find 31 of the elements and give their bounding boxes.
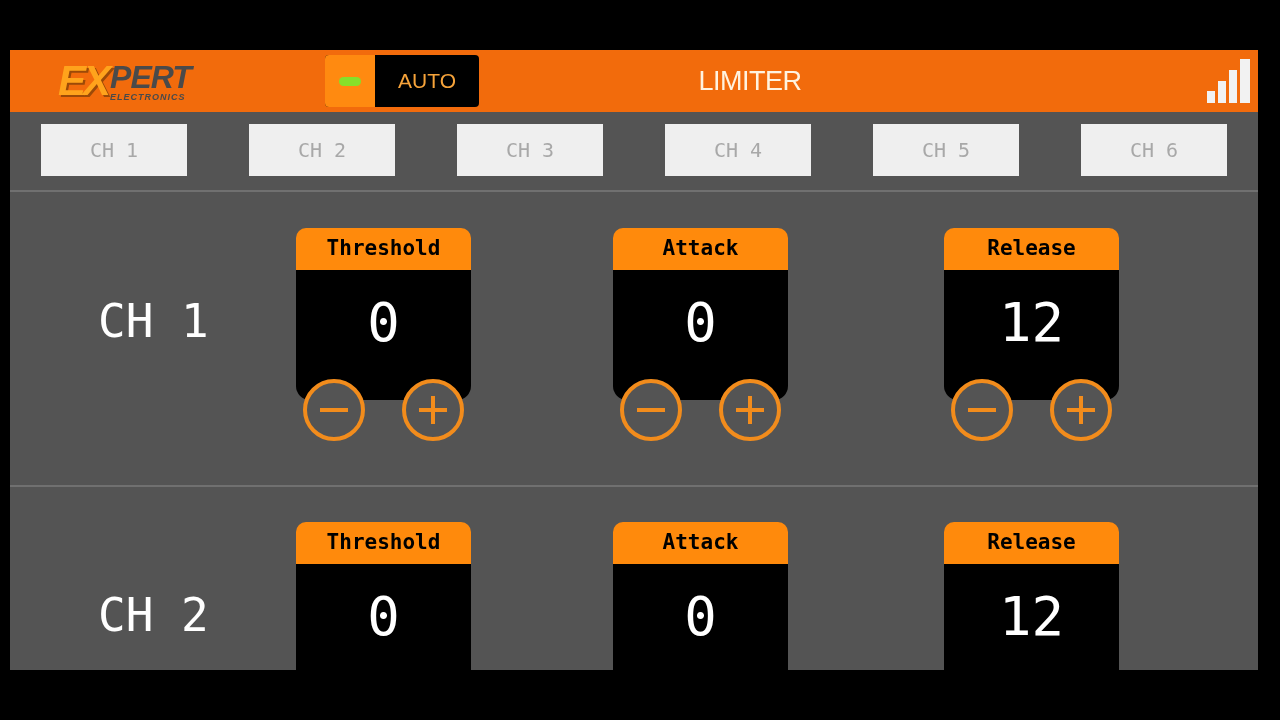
channel-tab[interactable]: CH 5 bbox=[873, 124, 1019, 176]
logo-tagline: ELECTRONICS bbox=[110, 92, 186, 102]
value-display: 0 bbox=[613, 564, 788, 670]
channel-tab[interactable]: CH 1 bbox=[41, 124, 187, 176]
value-display: 0 bbox=[296, 270, 471, 400]
channel-label: CH 1 bbox=[98, 298, 209, 344]
minus-icon bbox=[320, 408, 348, 412]
channel-tab[interactable]: CH 6 bbox=[1081, 124, 1227, 176]
value-display: 0 bbox=[296, 564, 471, 670]
plus-icon bbox=[736, 396, 764, 424]
auto-toggle[interactable]: AUTO bbox=[325, 55, 479, 107]
parameter-header: Threshold bbox=[296, 522, 471, 564]
plus-icon bbox=[1067, 396, 1095, 424]
parameter-header: Release bbox=[944, 522, 1119, 564]
minus-icon bbox=[968, 408, 996, 412]
page-title: LIMITER bbox=[698, 67, 802, 95]
parameter-header: Attack bbox=[613, 522, 788, 564]
minus-icon bbox=[637, 408, 665, 412]
channel-tab[interactable]: CH 2 bbox=[249, 124, 395, 176]
value-display: 12 bbox=[944, 564, 1119, 670]
value-display: 0 bbox=[613, 270, 788, 400]
channel-tab[interactable]: CH 3 bbox=[457, 124, 603, 176]
channel-tab[interactable]: CH 4 bbox=[665, 124, 811, 176]
parameter-header: Attack bbox=[613, 228, 788, 270]
plus-icon bbox=[419, 396, 447, 424]
logo-mark: EX bbox=[58, 60, 109, 102]
parameter-header: Threshold bbox=[296, 228, 471, 270]
value-display: 12 bbox=[944, 270, 1119, 400]
channel-label: CH 2 bbox=[98, 592, 209, 638]
signal-icon bbox=[1207, 59, 1250, 103]
parameter-header: Release bbox=[944, 228, 1119, 270]
